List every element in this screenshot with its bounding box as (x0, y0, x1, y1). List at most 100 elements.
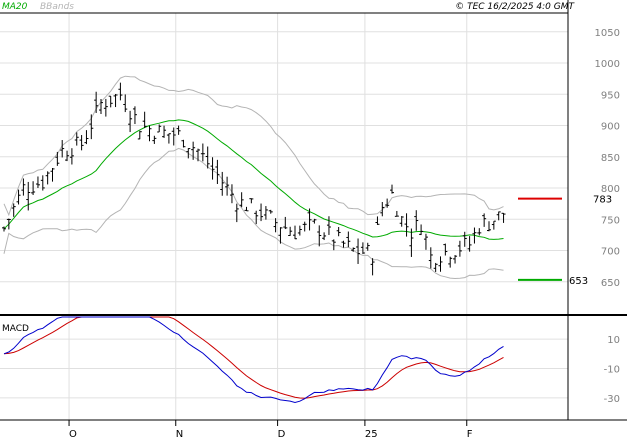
price-y-tick-label: 750 (601, 215, 620, 226)
price-bar (225, 176, 230, 196)
level-label: 783 (593, 195, 612, 206)
price-bar (147, 125, 152, 142)
price-bar (487, 221, 491, 232)
price-bar (317, 225, 322, 247)
price-bar (293, 225, 297, 240)
price-bar (166, 133, 171, 144)
price-bar (394, 210, 399, 217)
ma20-layer (3, 119, 504, 240)
price-bar (297, 225, 302, 236)
price-bar (210, 157, 215, 180)
price-bar (6, 218, 11, 230)
price-bar (79, 135, 84, 151)
price-bar (375, 216, 380, 225)
price-bar (239, 192, 244, 208)
price-bar (453, 255, 458, 264)
price-bar (137, 130, 142, 140)
price-bar (249, 198, 254, 204)
price-bar (346, 231, 351, 248)
price-bar (254, 210, 259, 225)
price-bar (103, 98, 108, 117)
price-bar (176, 125, 181, 135)
price-bar (128, 110, 133, 133)
price-bar (108, 95, 113, 108)
price-bar (89, 114, 94, 140)
price-bar (132, 106, 137, 125)
price-bar (35, 176, 40, 188)
price-bar (26, 181, 31, 211)
price-bar (55, 151, 60, 166)
bbands-upper (3, 75, 504, 217)
price-y-tick-label: 700 (601, 247, 620, 258)
price-bar (21, 178, 26, 196)
price-bar (370, 258, 375, 276)
price-bar (438, 256, 443, 272)
price-bar (482, 213, 487, 227)
price-y-ticks: 1050 1000 950 900 850 800 750 700 650 (595, 28, 620, 289)
price-bar (273, 218, 278, 233)
x-tick-label: 25 (365, 429, 378, 440)
price-bar (220, 171, 225, 196)
level-label: 653 (569, 276, 588, 287)
x-tick-label: F (467, 429, 473, 440)
price-bar (390, 184, 394, 194)
price-y-tick-label: 900 (601, 122, 620, 133)
levels-layer: 783 653 (518, 195, 612, 287)
price-bar (302, 221, 307, 232)
macd-y-tick-label: -10 (604, 365, 620, 376)
macd-signal-line (3, 316, 504, 399)
price-bar (419, 224, 424, 236)
bbands-legend-label: BBands (40, 2, 74, 12)
price-y-tick-label: 950 (601, 90, 620, 101)
price-bar (341, 240, 346, 248)
price-bar (477, 228, 482, 236)
price-bar (94, 91, 99, 113)
macd-y-tick-label: 10 (607, 335, 620, 346)
bbands-layer (3, 75, 504, 280)
price-bar (380, 202, 385, 217)
price-bar (118, 82, 123, 101)
price-bar (65, 150, 70, 162)
x-tick-label: O (69, 429, 77, 440)
macd-y-ticks: 10 -10 -30 (604, 335, 620, 405)
price-bar (181, 139, 186, 148)
price-bar (457, 240, 462, 257)
stock-chart: 783 653 MA20 BBands © TEC 16/2/2025 4:0 G… (0, 0, 627, 440)
price-bar (283, 216, 288, 230)
price-y-tick-label: 850 (601, 153, 620, 164)
price-bar (462, 231, 467, 247)
price-bar (360, 242, 365, 254)
price-bar (336, 227, 341, 237)
price-bar (200, 143, 205, 162)
price-bar (263, 206, 268, 220)
price-bar (229, 184, 234, 204)
price-y-tick-label: 650 (601, 278, 620, 289)
price-bar (491, 220, 496, 230)
price-bar (409, 228, 414, 257)
price-bar (365, 242, 370, 251)
price-bar (113, 93, 118, 108)
macd-panel-label: MACD (2, 324, 29, 334)
price-y-tick-label: 800 (601, 184, 620, 195)
price-bar (501, 212, 506, 223)
price-bar (433, 262, 438, 272)
price-bar (467, 236, 472, 252)
price-bar (414, 210, 419, 231)
ma20-legend-label: MA20 (2, 2, 28, 12)
price-bar (45, 171, 50, 185)
price-y-tick-label: 1050 (595, 28, 620, 39)
price-bar (404, 213, 409, 237)
price-bar (244, 206, 249, 212)
price-bar (423, 233, 428, 250)
price-bar (50, 168, 55, 182)
price-bar (322, 232, 327, 241)
price-bar (288, 226, 293, 237)
copyright-text: © TEC 16/2/2025 4:0 GMT (455, 2, 575, 12)
price-bar (399, 216, 404, 227)
price-y-tick-label: 1000 (595, 59, 620, 70)
ma20-line (3, 119, 504, 240)
price-bar (443, 243, 448, 256)
price-bar (84, 130, 89, 145)
price-bar (162, 125, 167, 138)
macd-y-tick-label: -30 (604, 394, 620, 405)
